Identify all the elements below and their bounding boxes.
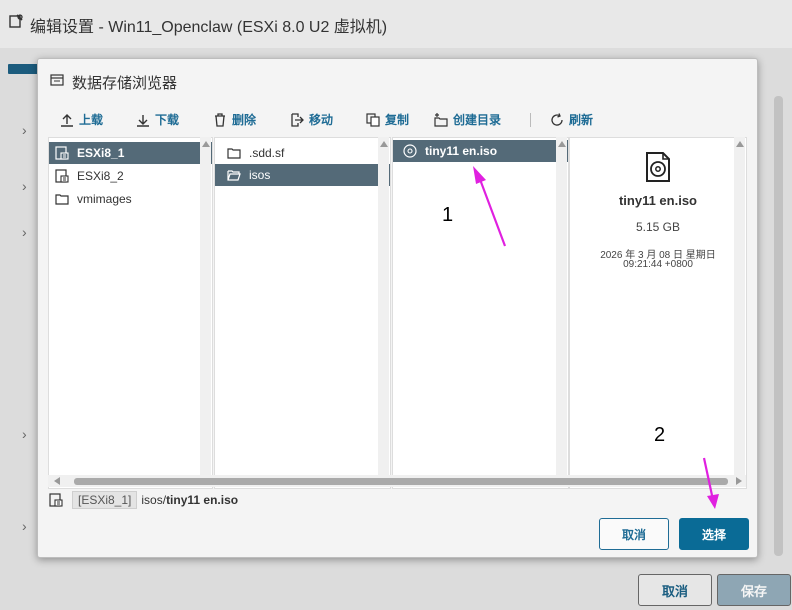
copy-icon [366, 112, 380, 127]
scroll-thumb[interactable] [74, 478, 728, 485]
list-item-vmimages[interactable]: vmimages [49, 188, 212, 210]
copy-label: 复制 [385, 113, 410, 127]
list-item-label: .sdd.sf [249, 146, 285, 160]
list-item-label: ESXi8_1 [77, 146, 125, 160]
download-button[interactable]: 下载 [136, 111, 179, 128]
datastore-icon [55, 146, 71, 160]
datastore-scrollbar[interactable] [200, 137, 211, 487]
refresh-label: 刷新 [569, 113, 594, 127]
path-file: tiny11 en.iso [166, 493, 239, 507]
list-item-label: isos [249, 168, 271, 182]
file-list: tiny11 en.iso [392, 137, 569, 489]
list-item-tiny11-iso[interactable]: tiny11 en.iso [393, 140, 568, 162]
list-item-esxi8-2[interactable]: ESXi8_2 [49, 165, 212, 187]
chevron-right-icon[interactable]: › [22, 518, 27, 534]
trash-icon [215, 112, 225, 127]
folder-list: .sdd.sf isos [214, 137, 391, 489]
upload-label: 上载 [79, 113, 104, 127]
toolbar: 上载 下载 删除 移动 复制 创建目录 刷新 [50, 109, 750, 131]
selected-path: [ESXi8_1] isos/ tiny11 en.iso [48, 489, 238, 511]
horizontal-scrollbar[interactable] [48, 475, 746, 487]
download-label: 下载 [155, 113, 180, 127]
path-directory: isos/ [141, 493, 167, 507]
datastore-browser-icon [50, 74, 64, 86]
bg-cancel-button[interactable]: 取消 [638, 574, 712, 606]
copy-button[interactable]: 复制 [366, 111, 409, 128]
folder-open-icon [227, 168, 243, 182]
cancel-button[interactable]: 取消 [599, 518, 669, 550]
chevron-right-icon[interactable]: › [22, 178, 27, 194]
chevron-right-icon[interactable]: › [22, 426, 27, 442]
move-button[interactable]: 移动 [290, 111, 333, 128]
list-item-label: ESXi8_2 [77, 169, 124, 183]
annotation-label-1: 1 [436, 194, 484, 236]
select-button[interactable]: 选择 [679, 518, 749, 550]
list-item-sdd-sf[interactable]: .sdd.sf [215, 142, 390, 164]
background-scrollbar[interactable] [774, 96, 783, 556]
settings-edit-icon [9, 14, 23, 28]
folder-icon [227, 146, 243, 160]
list-item-label: tiny11 en.iso [425, 144, 498, 158]
dialog-header: 数据存储浏览器 [38, 59, 757, 99]
move-icon [291, 112, 304, 127]
datastore-icon [55, 169, 71, 183]
disc-file-icon [646, 152, 670, 182]
new-folder-icon [434, 112, 448, 127]
list-item-esxi8-1[interactable]: ESXi8_1 [49, 142, 212, 164]
delete-label: 删除 [232, 113, 257, 127]
bg-save-button[interactable]: 保存 [717, 574, 791, 606]
create-directory-label: 创建目录 [453, 113, 502, 127]
window-title: 编辑设置 - Win11_Openclaw (ESXi 8.0 U2 虚拟机) [30, 19, 388, 36]
chevron-right-icon[interactable]: › [22, 224, 27, 240]
upload-button[interactable]: 上载 [60, 111, 103, 128]
dialog-title: 数据存储浏览器 [72, 75, 178, 92]
download-icon [137, 114, 149, 127]
datastore-browser-dialog: 数据存储浏览器 上载 下载 删除 移动 复制 创建目录 刷新 ESXi8_1 E… [37, 58, 758, 558]
datastore-list: ESXi8_1 ESXi8_2 vmimages [48, 137, 213, 489]
detail-scrollbar[interactable] [734, 137, 745, 487]
annotation-label-2: 2 [648, 418, 698, 452]
detail-file-name: tiny11 en.iso [618, 193, 698, 208]
list-item-label: vmimages [77, 192, 132, 206]
move-label: 移动 [309, 113, 334, 127]
disc-icon [403, 144, 419, 158]
scroll-right-icon[interactable] [736, 477, 742, 485]
upload-icon [61, 113, 73, 127]
create-directory-button[interactable]: 创建目录 [434, 111, 501, 128]
file-scrollbar[interactable] [556, 137, 567, 487]
delete-button[interactable]: 删除 [213, 111, 256, 128]
toolbar-divider [530, 113, 531, 127]
path-datastore: [ESXi8_1] [72, 491, 138, 509]
scroll-left-icon[interactable] [54, 477, 60, 485]
folder-icon [55, 192, 71, 206]
list-item-isos[interactable]: isos [215, 164, 390, 186]
refresh-button[interactable]: 刷新 [550, 111, 593, 128]
chevron-right-icon[interactable]: › [22, 122, 27, 138]
folder-scrollbar[interactable] [378, 137, 389, 487]
window-title-bar: 编辑设置 - Win11_Openclaw (ESXi 8.0 U2 虚拟机) [0, 0, 792, 48]
detail-modified-time: 09:21:44 +0800 [623, 259, 693, 270]
datastore-icon [49, 493, 63, 507]
refresh-icon [551, 112, 563, 126]
detail-file-size: 5.15 GB [635, 220, 681, 234]
